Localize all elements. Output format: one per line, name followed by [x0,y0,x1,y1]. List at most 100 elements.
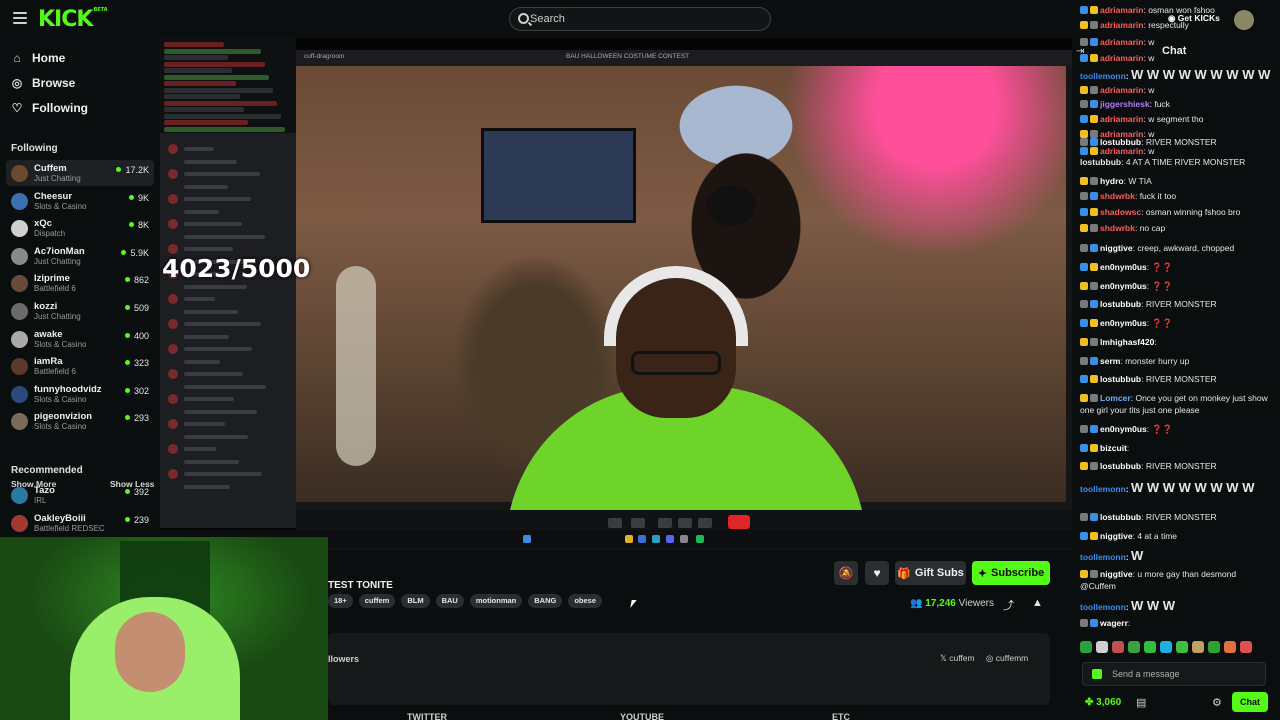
chat-username[interactable]: adriamarin [1100,5,1143,15]
share-icon[interactable]: ⤴ [1003,597,1014,613]
send-chat-button[interactable]: Chat [1232,692,1268,712]
instagram-link[interactable]: ◎ cuffemm [986,653,1028,664]
channel-category: Slots & Casino [34,394,87,404]
chat-username[interactable]: toollemonn [1080,602,1126,612]
notifications-off-button[interactable]: 🔕 [834,561,858,585]
camera-icon[interactable] [631,518,645,528]
chat-username[interactable]: en0nym0us [1100,424,1147,434]
chat-username[interactable]: adriamarin [1100,114,1143,124]
channel-awake[interactable]: awake Slots & Casino 400 [6,326,154,352]
chat-username[interactable]: jiggershiesk [1100,99,1150,109]
chat-username[interactable]: niggtive [1100,243,1133,253]
chat-username[interactable]: adriamarin [1100,37,1143,47]
chat-username[interactable]: toollemonn [1080,552,1126,562]
channel-name: kozzi [34,301,58,312]
chat-username[interactable]: serm [1100,356,1120,366]
gift-subs-button[interactable]: 🎁 Gift Subs [895,561,966,585]
badge-icon [1080,570,1088,578]
chat-username[interactable]: adriamarin [1100,20,1143,30]
emote-icon[interactable] [1112,641,1124,653]
gear-icon[interactable]: ⚙ [1212,696,1222,709]
mic-icon[interactable] [608,518,622,528]
calendar-icon[interactable]: ▤ [1136,696,1146,709]
emote-icon[interactable] [1096,641,1108,653]
kick-logo[interactable]: KICKBETA [38,7,108,32]
channel-pigeonvizion[interactable]: pigeonvizion Slots & Casino 293 [6,408,154,434]
chat-username[interactable]: niggtive [1100,531,1133,541]
stream-tag[interactable]: BLM [401,594,430,608]
chat-username[interactable]: lostubbub [1100,461,1141,471]
chat-username[interactable]: bizcuit [1100,443,1127,453]
chat-username[interactable]: adriamarin [1100,85,1143,95]
stream-tag[interactable]: 18+ [328,594,353,608]
chat-username[interactable]: adriamarin [1100,146,1143,156]
channel-cuffem[interactable]: Cuffem Just Chatting 17.2K [6,160,154,186]
stream-tag[interactable]: BAU [435,594,464,608]
badge-icon [1090,394,1098,402]
emote-icon[interactable] [1128,641,1140,653]
emote-icon[interactable] [1160,641,1172,653]
channel-iziprime[interactable]: Iziprime Battlefield 6 862 [6,270,154,296]
menu-icon[interactable] [13,12,27,24]
emote-icon[interactable] [1176,641,1188,653]
twitter-link[interactable]: 𝕏 cuffem [940,653,975,664]
chat-username[interactable]: Lomcer [1100,393,1131,403]
chat-username[interactable]: toollemonn [1080,71,1126,81]
emote-icon[interactable] [1192,641,1204,653]
video-player[interactable]: cuff-dragroom BAU HALLOWEEN COSTUME CONT… [160,38,1072,550]
emote-icon[interactable] [1208,641,1220,653]
channel-ac7ionman[interactable]: Ac7ionMan Just Chatting 5.9K [6,243,154,269]
stream-tag[interactable]: BANG [528,594,563,608]
nav-home[interactable]: ⌂ Home [11,49,65,67]
kicks-balance[interactable]: ✤ 3,060 [1085,697,1121,708]
chat-username[interactable]: en0nym0us [1100,318,1147,328]
chat-username[interactable]: en0nym0us [1100,281,1147,291]
channel-kozzi[interactable]: kozzi Just Chatting 509 [6,298,154,324]
badge-icon [1090,375,1098,383]
nav-browse[interactable]: ◎ Browse [11,74,76,92]
chat-username[interactable]: niggtive [1100,569,1133,579]
chat-username[interactable]: shdwrbk [1100,223,1135,233]
channel-category: Battlefield 6 [34,367,76,377]
grid-icon[interactable] [678,518,692,528]
chat-username[interactable]: toollemonn [1080,484,1126,494]
end-call-button[interactable] [728,515,750,529]
chat-username[interactable]: en0nym0us [1100,262,1147,272]
chat-input[interactable]: Send a message [1082,662,1266,686]
channel-xqc[interactable]: xQc Dispatch 8K [6,215,154,241]
chat-username[interactable]: lostubbub [1100,374,1141,384]
badge-icon [1080,263,1088,271]
follow-button[interactable]: ♥ [865,561,889,585]
channel-cheesur[interactable]: Cheesur Slots & Casino 9K [6,188,154,214]
channel-funnyhoodvidz[interactable]: funnyhoodvidz Slots & Casino 302 [6,381,154,407]
chat-username[interactable]: shadowsc [1100,207,1141,217]
emote-picker-icon[interactable] [1092,669,1102,679]
chat-username[interactable]: lostubbub [1080,157,1121,167]
stream-tag[interactable]: obese [568,594,603,608]
activity-icon[interactable] [698,518,712,528]
emote-icon[interactable] [1224,641,1236,653]
chat-username[interactable]: wagerr [1100,618,1128,628]
subscribe-button[interactable]: ✦ Subscribe [972,561,1050,585]
chat-username[interactable]: adriamarin [1100,53,1143,63]
search-input[interactable]: Search [509,7,771,31]
panel-label: TWITTER [407,712,447,720]
chat-username[interactable]: hydro [1100,176,1124,186]
emote-icon[interactable] [1144,641,1156,653]
nav-following[interactable]: ♡ Following [11,99,88,117]
chat-username[interactable]: lmhighasf420 [1100,337,1154,347]
stream-tag[interactable]: cuffem [358,594,396,608]
chat-username[interactable]: shdwrbk [1100,191,1135,201]
share-screen-icon[interactable] [658,518,672,528]
stream-tag[interactable]: motionman [469,594,523,608]
emote-icon[interactable] [1080,641,1092,653]
chat-username[interactable]: lostubbub [1100,512,1141,522]
channel-iamra[interactable]: iamRa Battlefield 6 323 [6,353,154,379]
chat-message: en0nym0us: ❓❓ [1080,423,1274,435]
chat-username[interactable]: lostubbub [1100,299,1141,309]
emote-icon[interactable] [1240,641,1252,653]
channel-tazo[interactable]: Tazo IRL 392 [6,482,154,508]
report-icon[interactable]: ▲ [1032,597,1043,609]
channel-oakleyboiii[interactable]: OakleyBoiii Battlefield REDSEC 239 [6,510,154,536]
badge-icon [1090,570,1098,578]
